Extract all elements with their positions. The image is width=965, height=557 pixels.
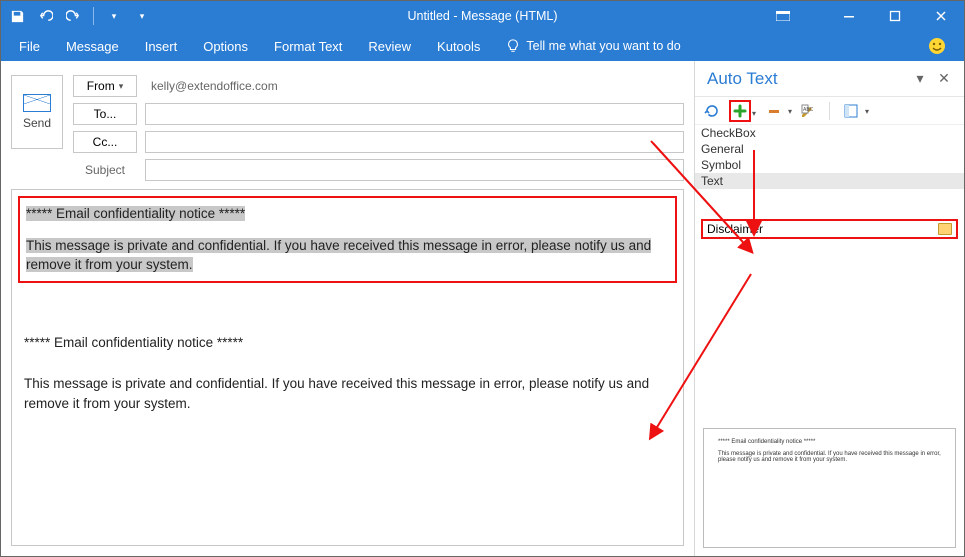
notice-title-selected: ***** Email confidentiality notice ***** <box>26 206 245 221</box>
preview-title: ***** Email confidentiality notice ***** <box>718 439 941 445</box>
subject-label: Subject <box>73 163 137 177</box>
autotext-entry-label: Disclaimer <box>707 222 763 236</box>
qat-overflow-icon[interactable]: ▾ <box>132 6 152 26</box>
close-button[interactable] <box>918 1 964 31</box>
tab-file[interactable]: File <box>19 39 40 54</box>
pane-close-icon[interactable]: ✕ <box>932 67 956 91</box>
tab-format-text[interactable]: Format Text <box>274 39 342 54</box>
autotext-toolbar: ▾ ▾ ABC ▾ <box>695 97 964 125</box>
to-button[interactable]: To... <box>73 103 137 125</box>
add-autotext-button[interactable]: ▾ <box>729 100 751 122</box>
entry-icon <box>938 223 952 235</box>
category-text[interactable]: Text <box>695 173 964 189</box>
tell-me-label: Tell me what you want to do <box>526 39 680 53</box>
cc-button[interactable]: Cc... <box>73 131 137 153</box>
save-icon[interactable] <box>7 6 27 26</box>
category-symbol[interactable]: Symbol <box>695 157 964 173</box>
tab-options[interactable]: Options <box>203 39 248 54</box>
category-checkbox[interactable]: CheckBox <box>695 125 964 141</box>
window-title: Untitled - Message (HTML) <box>407 9 557 23</box>
tab-message[interactable]: Message <box>66 39 119 54</box>
tell-me-search[interactable]: Tell me what you want to do <box>506 39 680 53</box>
subject-input[interactable] <box>145 159 684 181</box>
autotext-entry-disclaimer[interactable]: Disclaimer <box>701 219 958 239</box>
autotext-preview: ***** Email confidentiality notice *****… <box>703 428 956 548</box>
from-value: kelly@extendoffice.com <box>145 75 684 97</box>
compose-area: Send From kelly@extendoffice.com To... C… <box>1 61 694 556</box>
to-input[interactable] <box>145 103 684 125</box>
tab-review[interactable]: Review <box>368 39 411 54</box>
selected-text-highlight-box: ***** Email confidentiality notice *****… <box>18 196 677 283</box>
send-button[interactable]: Send <box>11 75 63 149</box>
pane-icon[interactable]: ▾ <box>840 100 862 122</box>
autotext-pane-title: Auto Text <box>703 69 908 89</box>
envelope-icon <box>23 94 51 112</box>
cc-input[interactable] <box>145 131 684 153</box>
send-label: Send <box>23 116 51 130</box>
window-controls <box>760 1 964 31</box>
plain-notice-block: ***** Email confidentiality notice *****… <box>24 333 671 414</box>
tab-kutools[interactable]: Kutools <box>437 39 480 54</box>
redo-icon[interactable] <box>63 6 83 26</box>
quick-access-toolbar: ▾ ▾ <box>1 6 152 26</box>
notice-text-plain: This message is private and confidential… <box>24 374 671 413</box>
pane-options-icon[interactable]: ▾ <box>908 67 932 91</box>
notice-text-selected: This message is private and confidential… <box>26 238 651 273</box>
lightbulb-icon <box>506 39 520 53</box>
autotext-category-list: CheckBox General Symbol Text <box>695 125 964 189</box>
ribbon-tabs: File Message Insert Options Format Text … <box>1 31 964 61</box>
autotext-pane: Auto Text ▾ ✕ ▾ ▾ ABC ▾ <box>694 61 964 556</box>
message-body-editor[interactable]: ***** Email confidentiality notice *****… <box>11 189 684 546</box>
maximize-button[interactable] <box>872 1 918 31</box>
edit-icon[interactable]: ABC <box>797 100 819 122</box>
qat-customize-icon[interactable]: ▾ <box>104 6 124 26</box>
ribbon-display-options[interactable] <box>760 1 806 31</box>
tab-insert[interactable]: Insert <box>145 39 178 54</box>
refresh-icon[interactable] <box>701 100 723 122</box>
svg-text:ABC: ABC <box>803 107 814 113</box>
from-button[interactable]: From <box>73 75 137 97</box>
feedback-smile-icon[interactable] <box>928 37 946 55</box>
category-general[interactable]: General <box>695 141 964 157</box>
preview-text: This message is private and confidential… <box>718 451 941 463</box>
undo-icon[interactable] <box>35 6 55 26</box>
title-bar: ▾ ▾ Untitled - Message (HTML) <box>1 1 964 31</box>
remove-icon[interactable]: ▾ <box>763 100 785 122</box>
notice-title-plain: ***** Email confidentiality notice ***** <box>24 333 671 353</box>
minimize-button[interactable] <box>826 1 872 31</box>
